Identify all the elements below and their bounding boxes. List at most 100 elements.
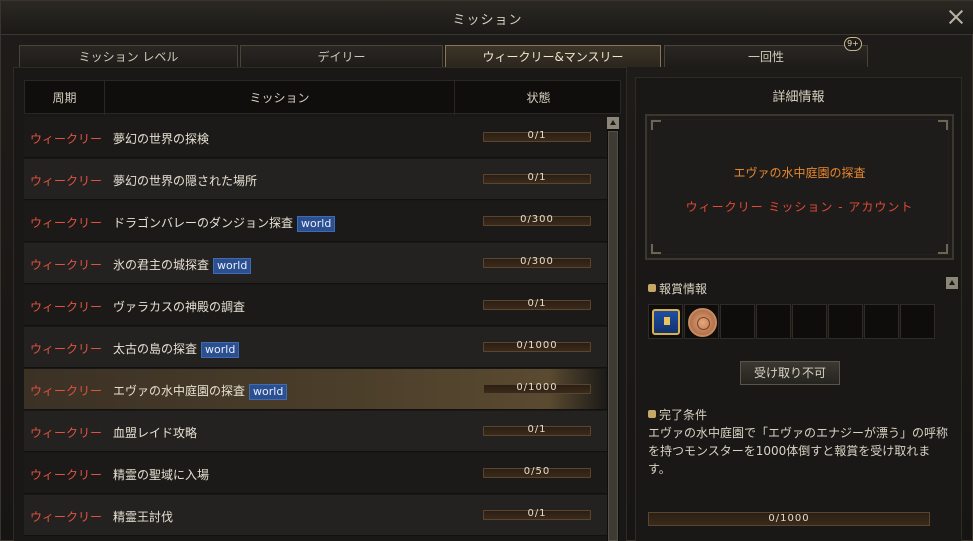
row-cycle: ウィークリー [30,132,103,146]
reward-slot-empty [720,304,755,339]
detail-panel: 詳細情報 エヴァの水中庭園の探査 ウィークリー ミッション - アカウント 報賞… [635,77,962,541]
row-progress-text: 0/300 [520,256,554,267]
row-mission-name-text: ドラゴンバレーのダンジョン探査 [113,216,294,230]
row-progress-bar: 0/300 [483,256,591,268]
tab-mission-level[interactable]: ミッション レベル [19,45,238,67]
header-status: 状態 [526,91,551,105]
table-row[interactable]: ウィークリー 精霊の聖域に入場 0/50 [24,453,607,494]
row-progress-text: 0/1 [527,508,547,519]
row-mission-name: 氷の君主の城探査 world [113,256,252,274]
reward-slot-empty [864,304,899,339]
table-row[interactable]: ウィークリー ヴァラカスの神殿の調査 0/1 [24,285,607,326]
row-mission-name-text: ヴァラカスの神殿の調査 [113,300,246,314]
scroll-up-icon[interactable] [607,117,619,129]
row-mission-name: 夢幻の世界の隠された場所 [113,172,257,189]
row-progress-bar: 0/1 [483,130,591,142]
row-mission-name-text: 氷の君主の城探査 [113,258,210,272]
row-cycle: ウィークリー [30,510,103,524]
table-row[interactable]: ウィークリー 夢幻の世界の探検 0/1 [24,117,607,158]
collapse-up-icon[interactable] [946,277,958,289]
row-mission-name-text: 精霊王討伐 [113,510,174,524]
row-mission-name: 太古の島の探査 world [113,340,240,358]
table-row[interactable]: ウィークリー 精霊王討伐 0/1 [24,495,607,536]
world-badge: world [213,258,252,274]
reward-slot-empty [756,304,791,339]
row-progress-text: 0/300 [520,214,554,225]
reward-slot-empty [900,304,935,339]
mission-detail-box: エヴァの水中庭園の探査 ウィークリー ミッション - アカウント [645,114,954,260]
row-progress-bar: 0/50 [483,466,591,478]
close-icon[interactable] [946,7,966,27]
detail-mission-type: ウィークリー ミッション - アカウント [685,200,914,214]
row-progress-bar: 0/1 [483,172,591,184]
treasure-chest-icon [652,309,680,335]
row-progress-text: 0/1 [527,130,547,141]
row-progress-text: 0/1 [527,424,547,435]
row-mission-name-text: 血盟レイド攻略 [113,426,198,440]
row-cycle: ウィークリー [30,258,103,272]
reward-slot-chest[interactable] [648,304,683,339]
reward-slot-empty [828,304,863,339]
row-progress-text: 0/50 [523,466,551,477]
bag-icon [648,284,656,292]
table-row[interactable]: ウィークリー 太古の島の探査 world 0/1000 [24,327,607,368]
row-mission-name-text: 夢幻の世界の隠された場所 [113,174,258,188]
frame-corner [651,120,661,130]
row-progress-bar: 0/1 [483,424,591,436]
mission-window: ミッション ミッション レベル デイリー ウィークリー&マンスリー 一回性 9+… [0,0,973,541]
row-mission-name-text: エヴァの水中庭園の探査 [113,384,246,398]
reward-label: 報賞情報 [648,280,707,297]
frame-corner [938,120,948,130]
row-cycle: ウィークリー [30,174,103,188]
row-mission-name: 血盟レイド攻略 [113,424,197,441]
table-row[interactable]: ウィークリー 血盟レイド攻略 0/1 [24,411,607,452]
row-progress-bar: 0/300 [483,214,591,226]
reward-slots [648,304,939,340]
row-mission-name: 精霊の聖域に入場 [113,466,209,483]
world-badge: world [201,342,240,358]
reward-slot-empty [792,304,827,339]
detail-mission-name: エヴァの水中庭園の探査 [733,166,866,180]
frame-corner [651,244,661,254]
row-mission-name: エヴァの水中庭園の探査 world [113,382,288,400]
row-progress-bar: 0/1000 [483,382,591,394]
scroll-icon [648,410,656,418]
row-cycle: ウィークリー [30,342,103,356]
row-progress-text: 0/1000 [516,382,558,393]
condition-text: エヴァの水中庭園で「エヴァのエナジーが漂う」の呼称を持つモンスターを1000体倒… [648,426,949,476]
row-mission-name-text: 夢幻の世界の探検 [113,132,210,146]
claim-button[interactable]: 受け取り不可 [740,361,840,385]
tab-one-time[interactable]: 一回性 [664,45,868,67]
table-row[interactable]: ウィークリー ドラゴンバレーのダンジョン探査 world 0/300 [24,201,607,242]
row-cycle: ウィークリー [30,384,103,398]
list-scrollbar[interactable] [607,117,619,541]
frame-corner [938,244,948,254]
reward-slot-coin[interactable] [684,304,719,339]
row-progress-text: 0/1 [527,172,547,183]
row-mission-name: ドラゴンバレーのダンジョン探査 world [113,214,336,232]
window-title: ミッション [452,13,523,28]
detail-title: 詳細情報 [772,90,825,105]
row-cycle: ウィークリー [30,300,103,314]
row-progress-text: 0/1000 [516,340,558,351]
table-row[interactable]: ウィークリー 夢幻の世界の隠された場所 0/1 [24,159,607,200]
row-progress-bar: 0/1 [483,298,591,310]
world-badge: world [249,384,288,400]
titlebar: ミッション [1,1,973,35]
header-cycle: 周期 [25,81,105,115]
table-row[interactable]: ウィークリー エヴァの水中庭園の探査 world 0/1000 [24,369,607,410]
notification-badge: 9+ [844,37,862,51]
tab-daily[interactable]: デイリー [240,45,443,67]
row-progress-bar: 0/1000 [483,340,591,352]
row-progress-bar: 0/1 [483,508,591,520]
row-cycle: ウィークリー [30,426,103,440]
table-row[interactable]: ウィークリー 氷の君主の城探査 world 0/300 [24,243,607,284]
row-mission-name: ヴァラカスの神殿の調査 [113,298,245,315]
scroll-thumb[interactable] [608,131,618,541]
row-cycle: ウィークリー [30,468,103,482]
tab-weekly-monthly[interactable]: ウィークリー&マンスリー [445,45,661,67]
table-header: 周期 ミッション 状態 [24,80,621,115]
mission-list-panel: 周期 ミッション 状態 ウィークリー 夢幻の世界の探検 0/1 ウィークリー 夢幻の世界… [13,67,627,541]
row-mission-name: 夢幻の世界の探検 [113,130,209,147]
world-badge: world [297,216,336,232]
